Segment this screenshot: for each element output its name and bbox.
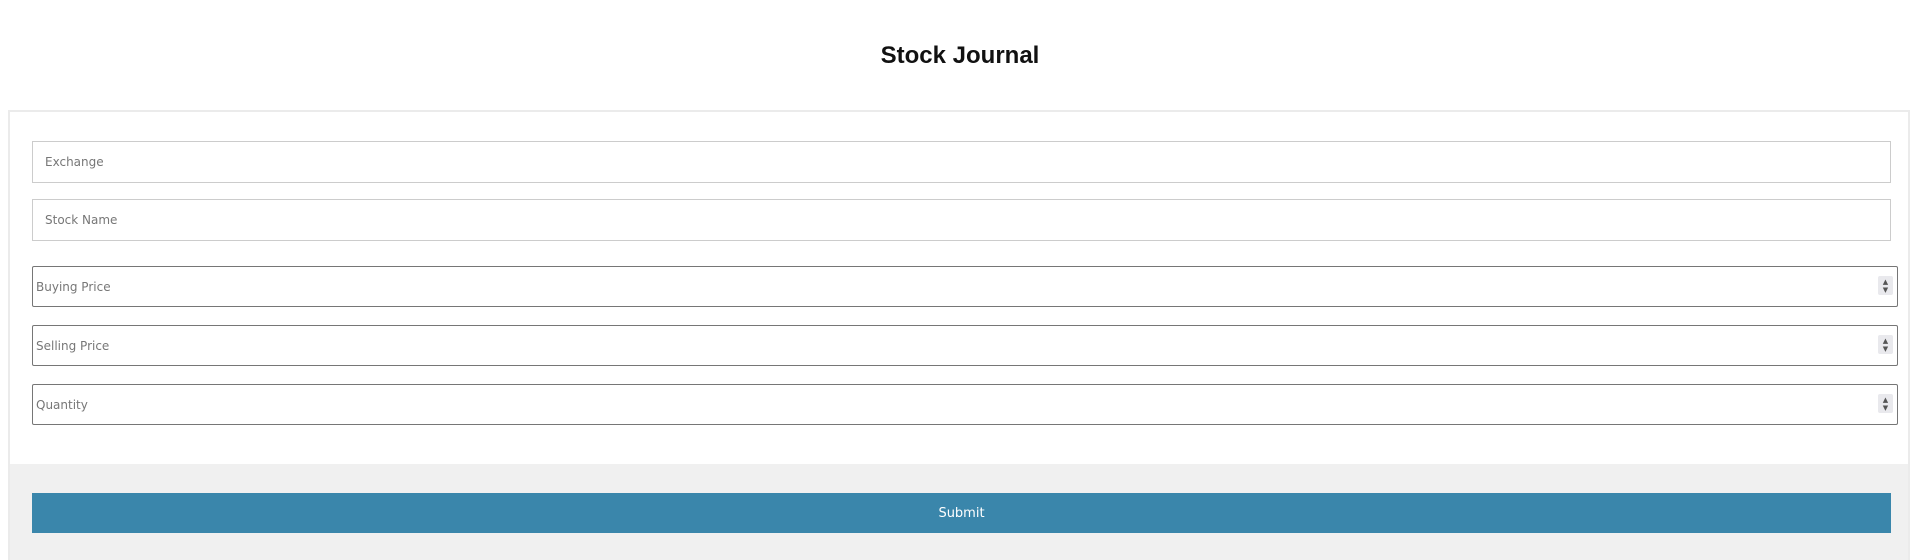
spinner-icon[interactable]: ▲ ▼ <box>1878 394 1893 413</box>
submit-button[interactable]: Submit <box>32 493 1891 533</box>
form-footer: Submit <box>10 464 1908 560</box>
chevron-up-icon[interactable]: ▲ <box>1883 337 1888 345</box>
spinner-icon[interactable]: ▲ ▼ <box>1878 335 1893 354</box>
chevron-up-icon[interactable]: ▲ <box>1883 396 1888 404</box>
selling-price-field: ▲ ▼ <box>32 325 1898 366</box>
stock-journal-form: ▲ ▼ ▲ ▼ ▲ ▼ Submit <box>8 110 1910 560</box>
quantity-field: ▲ ▼ <box>32 384 1898 425</box>
page-title: Stock Journal <box>880 42 1040 69</box>
buying-price-field: ▲ ▼ <box>32 266 1898 307</box>
chevron-down-icon[interactable]: ▼ <box>1883 286 1888 294</box>
stock-name-input[interactable] <box>32 199 1891 241</box>
selling-price-input[interactable] <box>33 326 1863 365</box>
chevron-up-icon[interactable]: ▲ <box>1883 278 1888 286</box>
exchange-input[interactable] <box>32 141 1891 183</box>
chevron-down-icon[interactable]: ▼ <box>1883 345 1888 353</box>
spinner-icon[interactable]: ▲ ▼ <box>1878 276 1893 295</box>
buying-price-input[interactable] <box>33 267 1863 306</box>
chevron-down-icon[interactable]: ▼ <box>1883 404 1888 412</box>
quantity-input[interactable] <box>33 385 1863 424</box>
